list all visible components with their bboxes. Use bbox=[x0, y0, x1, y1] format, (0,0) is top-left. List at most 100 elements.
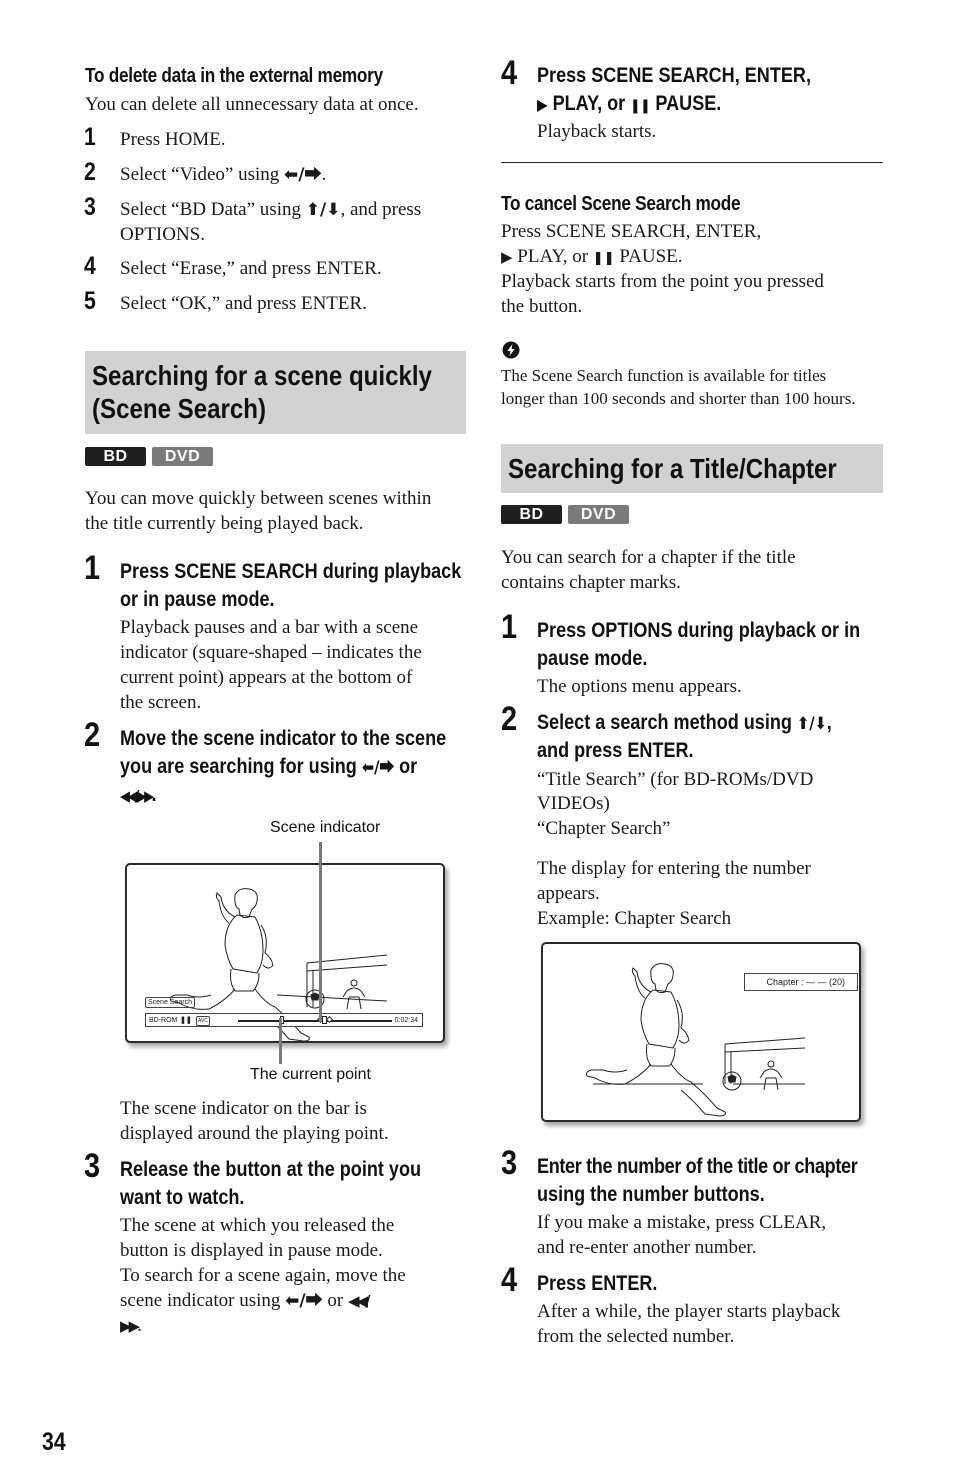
left-right-arrow-icon: ⬅/⮕ bbox=[285, 1291, 323, 1311]
step-number: 2 bbox=[84, 158, 96, 186]
title-step-1-title-line1: Press OPTIONS during playback or in bbox=[537, 619, 861, 642]
step-text: Select a search method using bbox=[537, 711, 797, 734]
section-divider bbox=[501, 162, 883, 163]
step-text-end: . bbox=[321, 164, 327, 185]
step-number: 2 bbox=[84, 716, 101, 754]
scene-step-3-title-line1: Release the button at the point you bbox=[120, 1158, 422, 1181]
rewind-icon: ◀◀/ bbox=[347, 1292, 370, 1310]
scene-step-2-title-line1: Move the scene indicator to the scene bbox=[120, 727, 447, 750]
step-number: 3 bbox=[501, 1144, 518, 1182]
pause-icon: ❚❚ bbox=[630, 98, 651, 114]
play-icon: ▶ bbox=[501, 248, 513, 266]
disc-type-label: BD-ROM bbox=[149, 1017, 178, 1024]
fast-forward-icon: ▶▶ bbox=[120, 1317, 140, 1335]
scene-step-1-body-line: the screen. bbox=[120, 692, 202, 713]
step-number: 4 bbox=[84, 252, 96, 280]
soccer-player-illustration bbox=[586, 963, 806, 1117]
delete-data-intro: You can delete all unnecessary data at o… bbox=[85, 94, 419, 115]
step-text: PLAY, or bbox=[547, 92, 631, 115]
step-number: 1 bbox=[84, 123, 96, 151]
step-text-end: , bbox=[826, 711, 832, 734]
scene-intro-line1: You can move quickly between scenes with… bbox=[85, 488, 432, 509]
scene-indicator-leader-line bbox=[319, 842, 322, 1022]
step-text-end: PAUSE. bbox=[614, 246, 683, 267]
step-number: 4 bbox=[501, 1261, 518, 1299]
page-number: 34 bbox=[42, 1428, 66, 1456]
step-text: Select “BD Data” using bbox=[120, 199, 306, 220]
up-down-arrow-icon: ⬆/⬇ bbox=[305, 200, 341, 220]
search-option-title-cont: VIDEOs) bbox=[537, 793, 610, 814]
title-step-3-body-line1: If you make a mistake, press CLEAR, bbox=[537, 1212, 827, 1233]
scene-step-3-title-line2: want to watch. bbox=[120, 1186, 245, 1209]
cancel-scene-search-heading: To cancel Scene Search mode bbox=[501, 193, 741, 215]
title-step-1-body: The options menu appears. bbox=[537, 676, 742, 697]
step-number: 3 bbox=[84, 1147, 101, 1185]
scene-step-3-body-line: The scene at which you released the bbox=[120, 1215, 395, 1236]
search-option-title: “Title Search” (for BD-ROMs/DVD bbox=[537, 769, 814, 790]
scene-search-section-title-line2: (Scene Search) bbox=[92, 393, 267, 424]
title-step-3-title-line1: Enter the number of the title or chapter bbox=[537, 1155, 858, 1178]
step-number: 4 bbox=[501, 54, 518, 92]
scene-step-2-title-line2: you are searching for using ⬅/⮕ or bbox=[120, 753, 417, 782]
scene-step-3-body-line: ▶▶. bbox=[120, 1313, 142, 1339]
step-number: 1 bbox=[501, 608, 518, 646]
chapter-search-screen-illustration: Chapter : — — (20) bbox=[541, 942, 861, 1122]
scene-search-section-title-line1: Searching for a scene quickly bbox=[92, 360, 432, 391]
search-option-chapter: “Chapter Search” bbox=[537, 818, 671, 839]
title-step-4-title: Press ENTER. bbox=[537, 1272, 658, 1295]
scene-indicator-label: Scene indicator bbox=[270, 819, 381, 836]
scene-step-4-title-line2: ▶ PLAY, or ❚❚ PAUSE. bbox=[537, 90, 721, 120]
delete-step-1: Press HOME. bbox=[120, 127, 226, 152]
rewind-forward-icon: ◀◀/▶▶ bbox=[120, 787, 154, 805]
scene-step-3-body-line: button is displayed in pause mode. bbox=[120, 1240, 383, 1261]
step-text: Select “Video” using bbox=[120, 164, 285, 185]
title-step-1-title-line2: pause mode. bbox=[537, 647, 648, 670]
step-text: Select “OK,” and press ENTER. bbox=[120, 293, 367, 314]
up-down-arrow-icon: ⬆/⬇ bbox=[796, 714, 827, 734]
delete-data-heading: To delete data in the external memory bbox=[85, 65, 383, 87]
example-label: Example: Chapter Search bbox=[537, 908, 732, 929]
title-step-3-body-line2: and re-enter another number. bbox=[537, 1237, 757, 1258]
scene-search-osd-tag: Scene Search bbox=[145, 997, 195, 1008]
step-text-end: , and press bbox=[340, 199, 422, 220]
cancel-line: ▶ PLAY, or ❚❚ PAUSE. bbox=[501, 244, 683, 271]
step-text: Select “Erase,” and press ENTER. bbox=[120, 258, 382, 279]
figure-note-line1: The scene indicator on the bar is bbox=[120, 1098, 367, 1119]
delete-step-2: Select “Video” using ⬅/⮕. bbox=[120, 162, 326, 188]
scene-step-2-title-line3: ◀◀/▶▶. bbox=[120, 781, 157, 810]
title-intro-line2: contains chapter marks. bbox=[501, 572, 681, 593]
pause-icon: ❚❚ bbox=[180, 1017, 192, 1024]
scene-search-screen-illustration: Scene Search BD-ROM ❚❚ AVC 0:02:34 bbox=[125, 863, 445, 1043]
hint-icon bbox=[502, 341, 520, 359]
step-text-end: PAUSE. bbox=[650, 92, 722, 115]
dvd-badge: DVD bbox=[568, 505, 629, 524]
hint-text-line2: longer than 100 seconds and shorter than… bbox=[501, 389, 856, 408]
left-right-arrow-icon: ⬅/⮕ bbox=[284, 165, 322, 185]
delete-step-5: Select “OK,” and press ENTER. bbox=[120, 291, 367, 316]
display-note-line2: appears. bbox=[537, 883, 600, 904]
delete-step-3-cont: OPTIONS. bbox=[120, 224, 205, 245]
scene-step-1-body-line: current point) appears at the bottom of bbox=[120, 667, 413, 688]
pause-icon: ❚❚ bbox=[592, 251, 615, 266]
display-note-line1: The display for entering the number bbox=[537, 858, 811, 879]
title-step-3-title-line2: using the number buttons. bbox=[537, 1183, 765, 1206]
dvd-badge: DVD bbox=[152, 447, 213, 466]
title-step-4-body-line1: After a while, the player starts playbac… bbox=[537, 1301, 841, 1322]
cancel-line: the button. bbox=[501, 296, 583, 317]
scene-step-1-body-line: indicator (square-shaped – indicates the bbox=[120, 642, 422, 663]
step-text-end: or bbox=[394, 755, 418, 778]
timeline-track[interactable] bbox=[238, 1020, 392, 1022]
step-number: 5 bbox=[84, 287, 96, 315]
chapter-number-entry-box: Chapter : — — (20) bbox=[744, 973, 858, 991]
step-text: scene indicator using bbox=[120, 1290, 286, 1311]
play-icon: ▶ bbox=[537, 95, 548, 114]
bd-badge: BD bbox=[501, 505, 562, 524]
diamond-right-icon bbox=[325, 1015, 334, 1024]
scene-intro-line2: the title currently being played back. bbox=[85, 513, 364, 534]
step-text: Press HOME. bbox=[120, 129, 226, 150]
title-intro-line1: You can search for a chapter if the titl… bbox=[501, 547, 796, 568]
figure-note-line2: displayed around the playing point. bbox=[120, 1123, 389, 1144]
step-text-end: . bbox=[151, 783, 157, 806]
scene-step-3-body-line: scene indicator using ⬅/⮕ or ◀◀/ bbox=[120, 1288, 370, 1314]
step-text: you are searching for using bbox=[120, 755, 362, 778]
